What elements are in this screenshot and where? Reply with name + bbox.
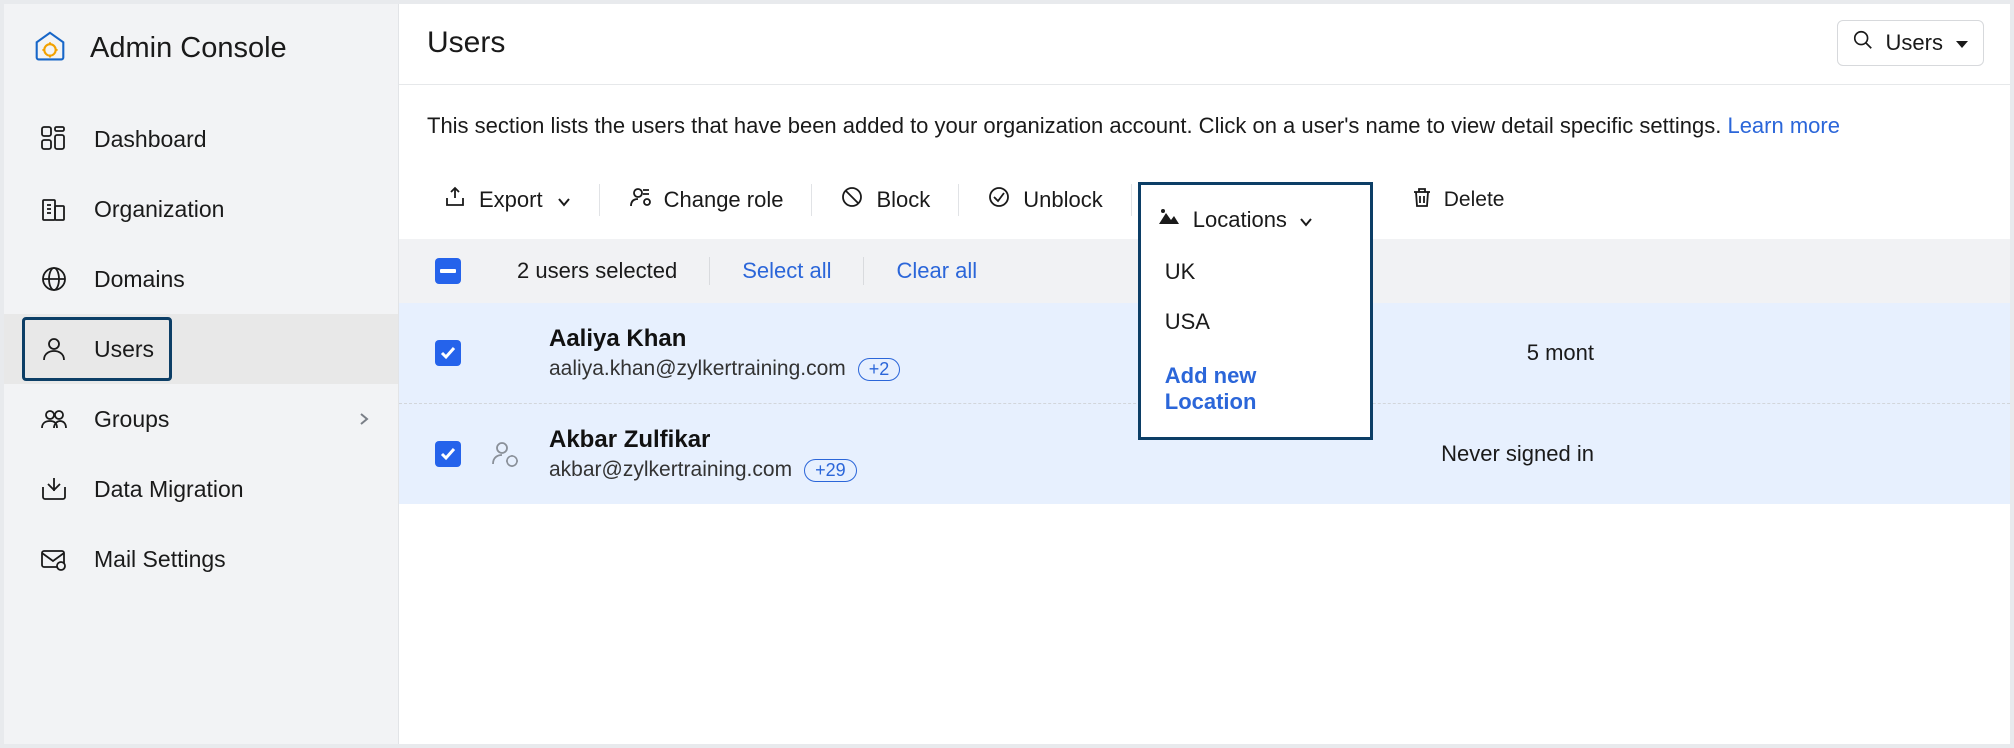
sidebar-item-mail-settings[interactable]: Mail Settings — [4, 524, 398, 594]
user-checkbox[interactable] — [435, 340, 461, 366]
chevron-down-icon — [1299, 207, 1313, 233]
delete-label: Delete — [1444, 188, 1505, 212]
sidebar-item-dashboard[interactable]: Dashboard — [4, 104, 398, 174]
sidebar-item-users[interactable]: Users — [4, 314, 398, 384]
description-text: This section lists the users that have b… — [427, 113, 1727, 138]
toolbar-divider — [599, 184, 600, 216]
export-button[interactable]: Export — [433, 179, 581, 221]
locations-button[interactable]: Locations — [1141, 207, 1370, 247]
groups-icon — [36, 404, 72, 434]
search-scope-dropdown[interactable]: Users — [1837, 20, 1984, 66]
sidebar-item-label: Data Migration — [94, 476, 244, 503]
block-icon — [840, 185, 864, 215]
sidebar-item-label: Groups — [94, 406, 169, 433]
learn-more-link[interactable]: Learn more — [1727, 113, 1840, 138]
selection-divider — [863, 257, 864, 285]
data-migration-icon — [36, 474, 72, 504]
organization-icon — [36, 194, 72, 224]
sidebar-item-label: Organization — [94, 196, 224, 223]
block-label: Block — [876, 187, 930, 213]
caret-down-icon — [1955, 30, 1969, 56]
sidebar-item-label: Dashboard — [94, 126, 207, 153]
sidebar-nav: Dashboard Organization Domains — [4, 96, 398, 594]
sidebar-item-data-migration[interactable]: Data Migration — [4, 454, 398, 524]
toolbar-divider — [811, 184, 812, 216]
unblock-icon — [987, 185, 1011, 215]
toolbar-divider — [1131, 184, 1132, 216]
section-description: This section lists the users that have b… — [399, 85, 2010, 151]
user-last-signin: Never signed in — [1441, 441, 1594, 467]
main-panel: Users Users This section lists the users… — [399, 4, 2010, 744]
globe-icon — [36, 264, 72, 294]
selection-divider — [709, 257, 710, 285]
select-all-checkbox[interactable] — [435, 258, 461, 284]
user-icon — [36, 334, 72, 364]
select-all-link[interactable]: Select all — [742, 258, 831, 284]
sidebar-item-organization[interactable]: Organization — [4, 174, 398, 244]
dashboard-icon — [36, 124, 72, 154]
change-role-label: Change role — [664, 187, 784, 213]
user-email-row: akbar@zylkertraining.com +29 — [549, 458, 857, 482]
search-scope-label: Users — [1886, 30, 1943, 56]
alias-count-badge[interactable]: +2 — [858, 358, 901, 381]
export-icon — [443, 185, 467, 215]
user-name: Akbar Zulfikar — [549, 426, 857, 454]
locations-label: Locations — [1193, 207, 1287, 233]
chevron-down-icon — [557, 187, 571, 213]
delete-button[interactable]: Delete — [1410, 185, 1505, 215]
change-role-button[interactable]: Change role — [618, 179, 794, 221]
toolbar-divider — [958, 184, 959, 216]
user-admin-icon — [487, 439, 523, 469]
sidebar-item-label: Mail Settings — [94, 546, 226, 573]
sidebar-item-groups[interactable]: Groups — [4, 384, 398, 454]
user-name: Aaliya Khan — [549, 325, 900, 353]
user-checkbox[interactable] — [435, 441, 461, 467]
sidebar-header: Admin Console — [4, 4, 398, 96]
mail-settings-icon — [36, 544, 72, 574]
admin-console-logo-icon — [30, 28, 70, 68]
alias-count-badge[interactable]: +29 — [804, 459, 857, 482]
sidebar-title: Admin Console — [90, 32, 287, 65]
main-header: Users Users — [399, 4, 2010, 85]
block-button[interactable]: Block — [830, 179, 940, 221]
clear-all-link[interactable]: Clear all — [896, 258, 977, 284]
chevron-right-icon — [356, 406, 372, 433]
app-frame: Admin Console Dashboard Organization Dom… — [0, 0, 2014, 748]
user-info: Aaliya Khan aaliya.khan@zylkertraining.c… — [549, 325, 900, 381]
search-icon — [1852, 29, 1874, 57]
header-right: Users — [1837, 20, 1984, 66]
sidebar-item-label: Users — [94, 336, 154, 363]
locations-icon — [1157, 207, 1181, 233]
locations-dropdown-menu: Locations UK USA Add new Location — [1138, 182, 1373, 440]
page-title: Users — [427, 26, 505, 60]
change-role-icon — [628, 185, 652, 215]
sidebar: Admin Console Dashboard Organization Dom… — [4, 4, 399, 744]
selection-count: 2 users selected — [517, 258, 677, 284]
user-last-signin: 5 mont — [1527, 340, 1594, 366]
trash-icon — [1410, 185, 1434, 215]
sidebar-item-label: Domains — [94, 266, 185, 293]
unblock-button[interactable]: Unblock — [977, 179, 1112, 221]
location-option-usa[interactable]: USA — [1141, 297, 1370, 347]
users-toolbar: Export Change role Block Unblock — [399, 151, 2010, 239]
export-label: Export — [479, 187, 543, 213]
sidebar-item-domains[interactable]: Domains — [4, 244, 398, 314]
user-email: aaliya.khan@zylkertraining.com — [549, 357, 846, 381]
user-email: akbar@zylkertraining.com — [549, 458, 792, 482]
unblock-label: Unblock — [1023, 187, 1102, 213]
add-new-location-button[interactable]: Add new Location — [1141, 347, 1370, 419]
user-email-row: aaliya.khan@zylkertraining.com +2 — [549, 357, 900, 381]
location-option-uk[interactable]: UK — [1141, 247, 1370, 297]
user-info: Akbar Zulfikar akbar@zylkertraining.com … — [549, 426, 857, 482]
